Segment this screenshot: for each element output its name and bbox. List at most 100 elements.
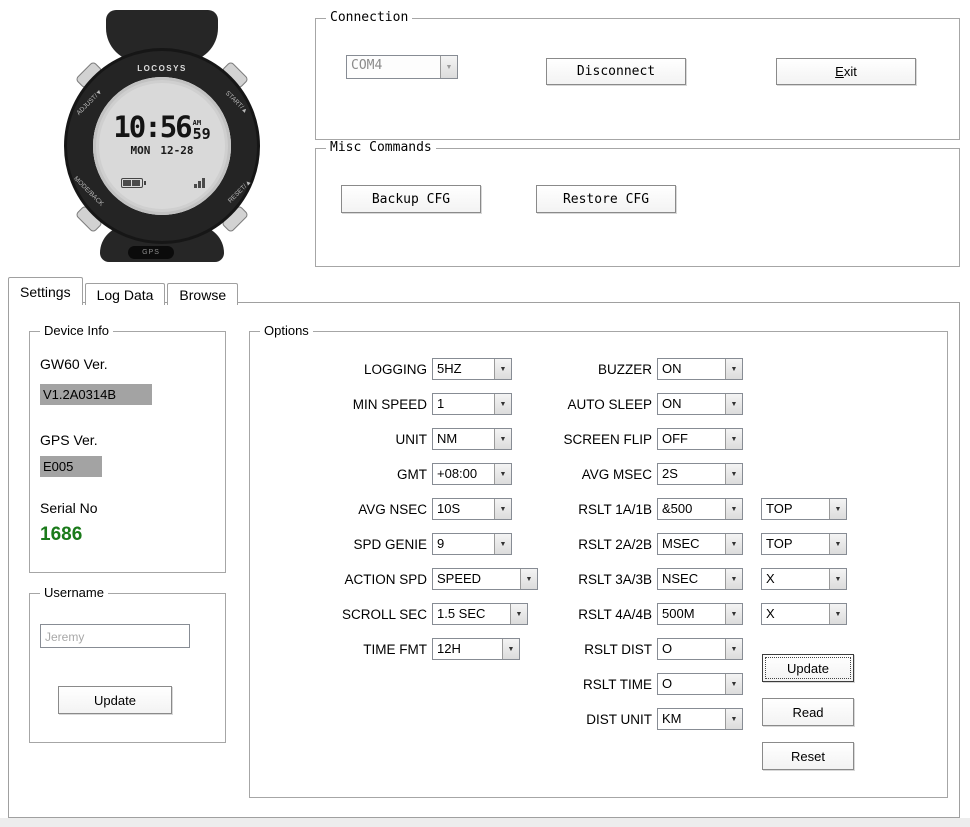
chevron-down-icon[interactable]: ▼ [829,569,846,589]
rslt-4a-select[interactable]: 500M ▼ [657,603,743,625]
rslt-dist-select[interactable]: O ▼ [657,638,743,660]
app-window: GPS LOCOSYS ADJUST/▼ START/▲ MODE/BACK R… [0,0,970,827]
time-fmt-select[interactable]: 12H ▼ [432,638,520,660]
backup-cfg-button[interactable]: Backup CFG [341,185,481,213]
chevron-down-icon[interactable]: ▼ [494,464,511,484]
time-fmt-label: TIME FMT [363,641,427,657]
rslt-dist-label: RSLT DIST [584,641,652,657]
disconnect-button[interactable]: Disconnect [546,58,686,85]
chevron-down-icon[interactable]: ▼ [502,639,519,659]
screen-flip-select[interactable]: OFF ▼ [657,428,743,450]
min-speed-select[interactable]: 1 ▼ [432,393,512,415]
watch-time: 10:56 AM 59 [93,110,231,144]
chevron-down-icon[interactable]: ▼ [829,499,846,519]
rslt-1a-select[interactable]: &500 ▼ [657,498,743,520]
tab-browse[interactable]: Browse [167,283,239,305]
chevron-down-icon[interactable]: ▼ [494,359,511,379]
option-row-logging: LOGGING 5HZ ▼ [260,354,538,384]
chevron-down-icon[interactable]: ▼ [725,639,742,659]
rslt-2b-select[interactable]: TOP ▼ [761,533,847,555]
chevron-down-icon[interactable]: ▼ [829,534,846,554]
chevron-down-icon[interactable]: ▼ [725,429,742,449]
watch-brand-label: LOCOSYS [137,64,187,73]
chevron-down-icon[interactable]: ▼ [725,394,742,414]
watch-time-hhmm: 10:56 [113,110,192,144]
action-spd-label: ACTION SPD [344,571,427,587]
chevron-down-icon[interactable]: ▼ [440,56,457,78]
scroll-sec-select[interactable]: 1.5 SEC ▼ [432,603,528,625]
chevron-down-icon[interactable]: ▼ [725,534,742,554]
watch-day: MON [130,144,151,157]
chevron-down-icon[interactable]: ▼ [725,709,742,729]
chevron-down-icon[interactable]: ▼ [494,394,511,414]
spd-genie-select[interactable]: 9 ▼ [432,533,512,555]
chevron-down-icon[interactable]: ▼ [725,359,742,379]
option-row-rslt-3: RSLT 3A/3B NSEC ▼ X ▼ [535,564,847,594]
misc-commands-group: Misc Commands Backup CFG Restore CFG [315,140,960,267]
logging-label: LOGGING [363,361,427,377]
option-row-action-spd: ACTION SPD SPEED ▼ [260,564,538,594]
gmt-select[interactable]: +08:00 ▼ [432,463,512,485]
rslt-3a-select[interactable]: NSEC ▼ [657,568,743,590]
option-row-rslt-2: RSLT 2A/2B MSEC ▼ TOP ▼ [535,529,847,559]
buzzer-label: BUZZER [598,361,652,377]
option-row-min-speed: MIN SPEED 1 ▼ [260,389,538,419]
chevron-down-icon[interactable]: ▼ [725,569,742,589]
watch-case: LOCOSYS ADJUST/▼ START/▲ MODE/BACK RESET… [64,48,260,244]
rslt-4b-select[interactable]: X ▼ [761,603,847,625]
rslt-3b-select[interactable]: X ▼ [761,568,847,590]
chevron-down-icon[interactable]: ▼ [725,464,742,484]
unit-select[interactable]: NM ▼ [432,428,512,450]
battery-icon [121,178,146,188]
rslt-2a-select[interactable]: MSEC ▼ [657,533,743,555]
username-group-title: Username [40,585,108,601]
avg-nsec-select[interactable]: 10S ▼ [432,498,512,520]
window-bottom-strip [0,818,970,827]
connection-group: Connection COM4 ▼ Disconnect Exit [315,10,960,140]
options-update-button[interactable]: Update [762,654,854,682]
watch-lcd: 10:56 AM 59 MON 12-28 [93,77,231,215]
rslt-time-select[interactable]: O ▼ [657,673,743,695]
options-group: Options LOGGING 5HZ ▼ MIN SPEED 1 ▼ UNIT NM ▼ … [249,323,948,798]
tab-settings[interactable]: Settings [8,277,83,305]
username-input[interactable]: Jeremy [40,624,190,648]
options-group-title: Options [260,323,313,339]
watch-seconds: 59 [192,125,211,143]
com-port-value: COM4 [351,58,383,73]
spd-genie-label: SPD GENIE [353,536,427,552]
restore-cfg-button[interactable]: Restore CFG [536,185,676,213]
com-port-select[interactable]: COM4 ▼ [346,55,458,79]
chevron-down-icon[interactable]: ▼ [510,604,527,624]
chevron-down-icon[interactable]: ▼ [829,604,846,624]
username-update-button[interactable]: Update [58,686,172,714]
options-read-button[interactable]: Read [762,698,854,726]
action-spd-select[interactable]: SPEED ▼ [432,568,538,590]
option-row-unit: UNIT NM ▼ [260,424,538,454]
avg-msec-select[interactable]: 2S ▼ [657,463,743,485]
dist-unit-select[interactable]: KM ▼ [657,708,743,730]
firmware-version-value: V1.2A0314B [40,384,152,405]
chevron-down-icon[interactable]: ▼ [494,429,511,449]
options-reset-button[interactable]: Reset [762,742,854,770]
auto-sleep-select[interactable]: ON ▼ [657,393,743,415]
chevron-down-icon[interactable]: ▼ [725,499,742,519]
auto-sleep-label: AUTO SLEEP [567,396,652,412]
exit-button[interactable]: Exit [776,58,916,85]
settings-tab-panel: Device Info GW60 Ver. V1.2A0314B GPS Ver… [8,302,960,818]
connection-group-title: Connection [326,10,413,26]
rslt-1b-select[interactable]: TOP ▼ [761,498,847,520]
rslt-time-label: RSLT TIME [582,676,652,692]
screen-flip-label: SCREEN FLIP [563,431,652,447]
chevron-down-icon[interactable]: ▼ [725,604,742,624]
watch-date-row: MON 12-28 [93,144,231,157]
logging-select[interactable]: 5HZ ▼ [432,358,512,380]
gmt-label: GMT [397,466,427,482]
chevron-down-icon[interactable]: ▼ [494,499,511,519]
gps-version-value: E005 [40,456,102,477]
tab-log-data[interactable]: Log Data [84,283,166,305]
misc-commands-title: Misc Commands [326,140,436,156]
chevron-down-icon[interactable]: ▼ [725,674,742,694]
exit-label-accel: E [835,64,844,79]
buzzer-select[interactable]: ON ▼ [657,358,743,380]
chevron-down-icon[interactable]: ▼ [494,534,511,554]
